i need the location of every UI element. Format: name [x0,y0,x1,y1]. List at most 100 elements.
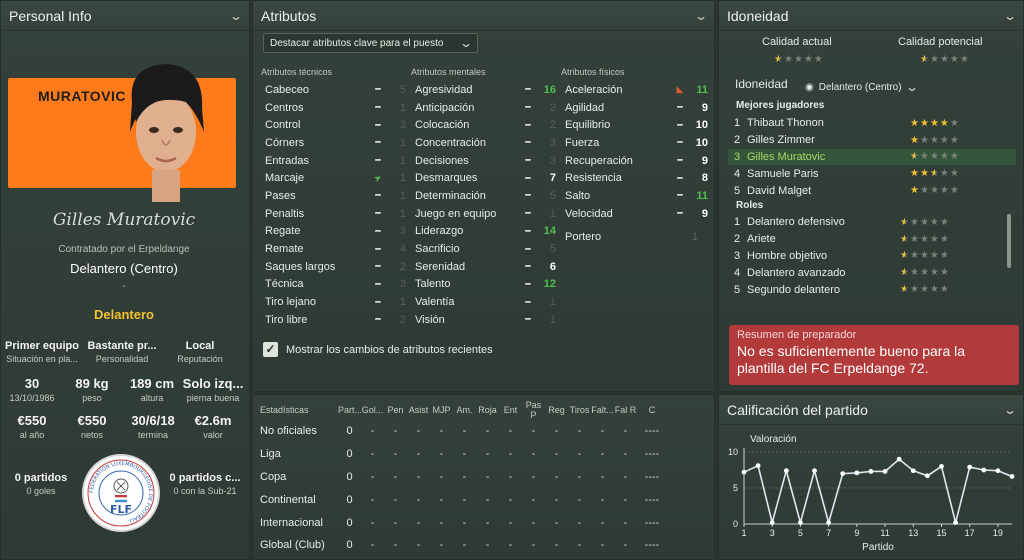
attribute-row[interactable]: Salto ━ 11 [561,187,708,205]
stat-cell: 0 [346,516,353,529]
u21-goals: 0 con la Sub-21 [173,486,237,496]
recent-changes-checkbox[interactable]: ✓ [263,342,278,357]
x-tick-label: 17 [965,528,975,538]
statistics-column-header[interactable]: C [637,405,667,415]
attribute-row[interactable]: Juego en equipo ━ 1 [411,205,556,223]
statistics-column-header[interactable]: Falt... [591,405,614,415]
attribute-row[interactable]: Técnica ━ 3 [261,276,406,294]
attribute-change-icon: ━ [375,243,381,254]
statistics-column-header[interactable]: Roja [476,405,499,415]
attribute-row[interactable]: Cabeceo ━ 5 [261,81,406,99]
attribute-row[interactable]: Velocidad ━ 9 [561,205,708,223]
attribute-row[interactable]: Anticipación ━ 2 [411,99,556,117]
statistics-column-header[interactable]: Asist [407,405,430,415]
attribute-row[interactable]: Liderazgo ━ 14 [411,223,556,241]
attribute-row[interactable]: Saques largos ━ 2 [261,258,406,276]
attribute-row[interactable]: Tiro lejano ━ 1 [261,293,406,311]
stat-cell: - [508,539,513,552]
best-player-row[interactable]: 1 Thibaut Thonon ★★★★★ [728,115,1016,132]
attribute-row[interactable]: Remate ━ 4 [261,240,406,258]
preferred-foot-value: Solo izq... [182,376,244,391]
attribute-change-icon: ━ [525,243,531,254]
statistics-column-header[interactable]: Part... [338,405,362,415]
chevron-down-icon[interactable]: ⌄ [1003,403,1017,417]
attribute-name: Remate [265,243,304,256]
position-select[interactable]: ◉ Delantero (Centro) ⌄ [805,80,919,94]
attribute-row[interactable]: Talento ━ 12 [411,276,556,294]
attribute-row[interactable]: Resistencia ━ 8 [561,169,708,187]
statistics-column-header[interactable]: Gol... [361,405,384,415]
attribute-row[interactable]: Control ━ 3 [261,116,406,134]
rating-point [840,471,846,476]
coach-report: Resumen de preparador No es suficienteme… [729,325,1019,385]
attribute-value: 4 [399,243,406,256]
rating-point [939,464,944,469]
roles-scrollbar[interactable] [1007,214,1011,268]
attribute-row[interactable]: Pases ━ 1 [261,187,406,205]
attribute-row[interactable]: Concentración ━ 3 [411,134,556,152]
player-position: Delantero (Centro) [70,261,178,276]
attribute-row[interactable]: Colocación ━ 2 [411,116,556,134]
attribute-row[interactable]: Recuperación ━ 9 [561,152,708,170]
star-empty-icon: ★ [919,216,930,228]
attribute-row[interactable]: Aceleración ◣ 11 [561,81,708,99]
statistics-column-header[interactable]: Tiros [568,405,591,415]
statistics-column-header[interactable]: Estadísticas [256,405,338,415]
attribute-row[interactable]: Marcaje ➤ 1 [261,169,406,187]
best-player-row[interactable]: 3 Gilles Muratovic ★★★★★ [728,148,1016,166]
role-row[interactable]: 1 Delantero defensivo ★★★★★ [728,214,1006,231]
attribute-row[interactable]: Serenidad ━ 6 [411,258,556,276]
statistics-column-header[interactable]: Fal R [614,405,637,415]
best-player-row[interactable]: 2 Gilles Zimmer ★★★★★ [728,132,1016,149]
role-row[interactable]: 3 Hombre objetivo ★★★★★ [728,248,1006,265]
attribute-name: Recuperación [565,154,633,167]
best-player-row[interactable]: 5 David Malget ★★★★★ [728,182,1016,199]
stat-cell: - [623,425,628,438]
attribute-row[interactable]: Penaltis ━ 1 [261,205,406,223]
attribute-row[interactable]: Equilibrio ━ 10 [561,116,708,134]
stat-cell: - [370,516,375,529]
attribute-row[interactable]: Regate ━ 3 [261,223,406,241]
best-player-row[interactable]: 4 Samuele Paris ★★★★★ [728,165,1016,182]
chevron-down-icon[interactable]: ⌄ [1003,9,1017,23]
attribute-row[interactable]: Valentía ━ 1 [411,293,556,311]
chevron-down-icon[interactable]: ⌄ [694,9,708,23]
attribute-row[interactable]: Agresividad ━ 16 [411,81,556,99]
statistics-column-header[interactable]: MJP [430,405,453,415]
rating-stars: ★★★★★ [900,284,1006,295]
stat-cell: - [577,539,582,552]
statistics-column-header[interactable]: Am. [453,405,476,415]
statistics-column-header[interactable]: Pas P [522,400,545,420]
competition-name: Liga [260,448,281,461]
star-empty-icon: ★ [949,134,960,146]
chevron-down-icon[interactable]: ⌄ [229,9,243,23]
star-half-icon: ★ [900,267,910,279]
attribute-row[interactable]: Determinación ━ 5 [411,187,556,205]
weight: 89 kg peso [62,376,122,403]
attribute-row[interactable]: Visión ━ 1 [411,311,556,329]
stat-cell: - [462,448,467,461]
highlight-attributes-dropdown[interactable]: Destacar atributos clave para el puesto … [263,33,478,53]
attribute-row[interactable]: Córners ━ 1 [261,134,406,152]
statistics-column-header[interactable]: Reg [545,405,568,415]
statistics-column-header[interactable]: Pen [384,405,407,415]
stat-cell: - [370,539,375,552]
attribute-row[interactable]: Tiro libre ━ 2 [261,311,406,329]
attribute-row[interactable]: Fuerza ━ 10 [561,134,708,152]
attribute-value: 9 [701,154,708,167]
role-row[interactable]: 4 Delantero avanzado ★★★★★ [728,264,1006,281]
attribute-value: 5 [399,83,406,96]
attribute-row[interactable]: Entradas ━ 1 [261,152,406,170]
statistics-table: Estadísticas Part... Gol... Pen Asist MJP Am. R… [256,400,712,557]
attribute-row[interactable]: Agilidad ━ 9 [561,99,708,117]
attribute-row[interactable]: Decisiones ━ 3 [411,152,556,170]
stat-cell: - [554,470,559,483]
role-row[interactable]: 5 Segundo delantero ★★★★★ [728,281,1006,298]
attribute-row[interactable]: Desmarques ━ 7 [411,169,556,187]
statistics-column-header[interactable]: Ent [499,405,522,415]
attribute-row[interactable]: Sacrificio ━ 5 [411,240,556,258]
attribute-name: Entradas [265,154,310,167]
attribute-row[interactable]: Centros ━ 1 [261,99,406,117]
rating-point [1009,474,1015,479]
role-row[interactable]: 2 Ariete ★★★★★ [728,231,1006,248]
